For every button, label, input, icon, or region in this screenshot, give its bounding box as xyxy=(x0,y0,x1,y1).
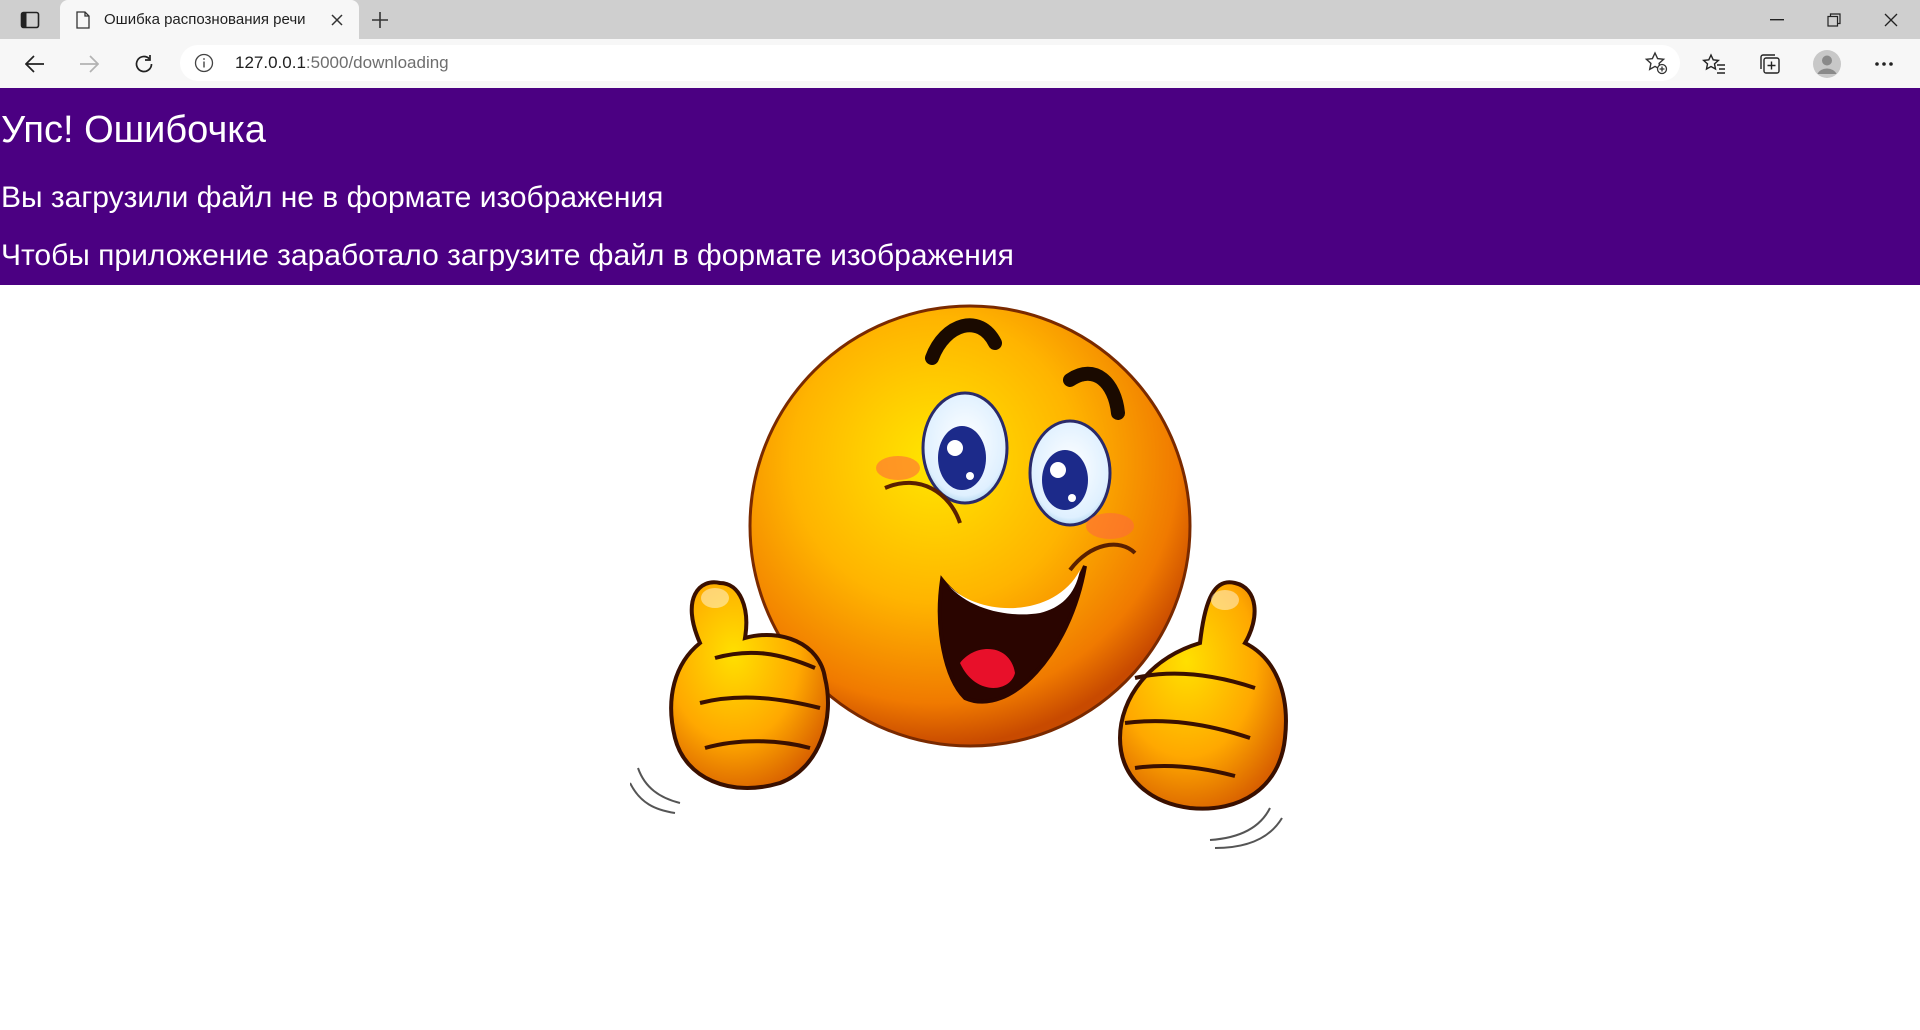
page-content: Упс! Ошибочка Вы загрузили файл не в фор… xyxy=(0,88,1920,1030)
thumbs-up-smiley-image xyxy=(630,304,1288,849)
url-text: 127.0.0.1:5000/downloading xyxy=(235,53,449,73)
minimize-icon[interactable] xyxy=(1748,0,1806,39)
restore-icon[interactable] xyxy=(1805,0,1863,39)
close-tab-icon[interactable] xyxy=(323,6,351,34)
tab-bar: Ошибка распознования речи xyxy=(0,0,1920,39)
close-window-icon[interactable] xyxy=(1862,0,1920,39)
error-message: Вы загрузили файл не в формате изображен… xyxy=(1,181,664,214)
back-button[interactable] xyxy=(18,47,52,81)
favorites-icon[interactable] xyxy=(1696,47,1732,81)
toolbar: 127.0.0.1:5000/downloading xyxy=(0,39,1920,89)
tab-active[interactable]: Ошибка распознования речи xyxy=(60,0,359,39)
page-title: Упс! Ошибочка xyxy=(1,109,266,151)
refresh-button[interactable] xyxy=(127,47,161,81)
url-path: :5000/downloading xyxy=(305,53,449,72)
add-favorite-icon[interactable] xyxy=(1644,51,1668,75)
profile-avatar[interactable] xyxy=(1809,47,1845,81)
error-banner: Упс! Ошибочка Вы загрузили файл не в фор… xyxy=(0,88,1920,285)
new-tab-button[interactable] xyxy=(366,6,394,34)
url-host: 127.0.0.1 xyxy=(235,53,306,72)
info-icon[interactable] xyxy=(194,53,214,73)
tab-title: Ошибка распознования речи xyxy=(104,11,306,28)
forward-button[interactable] xyxy=(72,47,106,81)
page-icon xyxy=(74,10,92,29)
browser-chrome: Ошибка распознования речи 127.0.0.1:5000… xyxy=(0,0,1920,89)
instruction-message: Чтобы приложение заработало загрузите фа… xyxy=(1,239,1014,272)
collections-icon[interactable] xyxy=(1752,47,1788,81)
address-bar[interactable]: 127.0.0.1:5000/downloading xyxy=(180,45,1680,81)
more-options-icon[interactable] xyxy=(1866,47,1902,81)
tab-actions-icon[interactable] xyxy=(12,8,48,32)
